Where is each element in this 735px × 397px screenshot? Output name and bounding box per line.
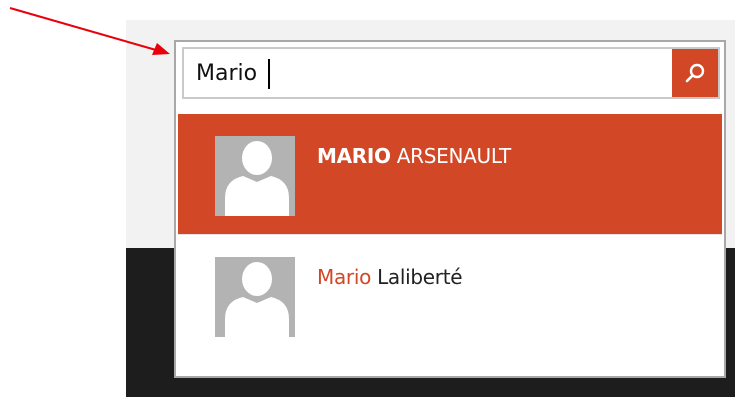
search-box: [182, 47, 720, 99]
result-name-rest: Laliberté: [371, 265, 463, 289]
search-results-list: MARIO ARSENAULT Mario Laliberté: [178, 114, 722, 374]
search-flyout: MARIO ARSENAULT Mario Laliberté: [174, 40, 726, 378]
text-caret: [268, 59, 270, 89]
search-button[interactable]: [672, 49, 718, 97]
result-name-rest: ARSENAULT: [390, 144, 511, 168]
search-result-item[interactable]: MARIO ARSENAULT: [178, 114, 722, 234]
annotation-arrow-icon: [9, 7, 170, 55]
person-icon: [215, 257, 295, 337]
person-icon: [215, 136, 295, 216]
result-name: Mario Laliberté: [317, 265, 463, 289]
result-name-match: Mario: [317, 265, 372, 289]
avatar-person-icon: [215, 136, 295, 216]
screenshot-stage: MARIO ARSENAULT Mario Laliberté: [0, 0, 735, 397]
result-name: MARIO ARSENAULT: [317, 144, 511, 168]
avatar-person-icon: [215, 257, 295, 337]
search-input[interactable]: [196, 55, 666, 91]
search-icon: [685, 63, 705, 83]
result-name-match: MARIO: [317, 144, 391, 168]
search-result-item[interactable]: Mario Laliberté: [178, 234, 722, 354]
